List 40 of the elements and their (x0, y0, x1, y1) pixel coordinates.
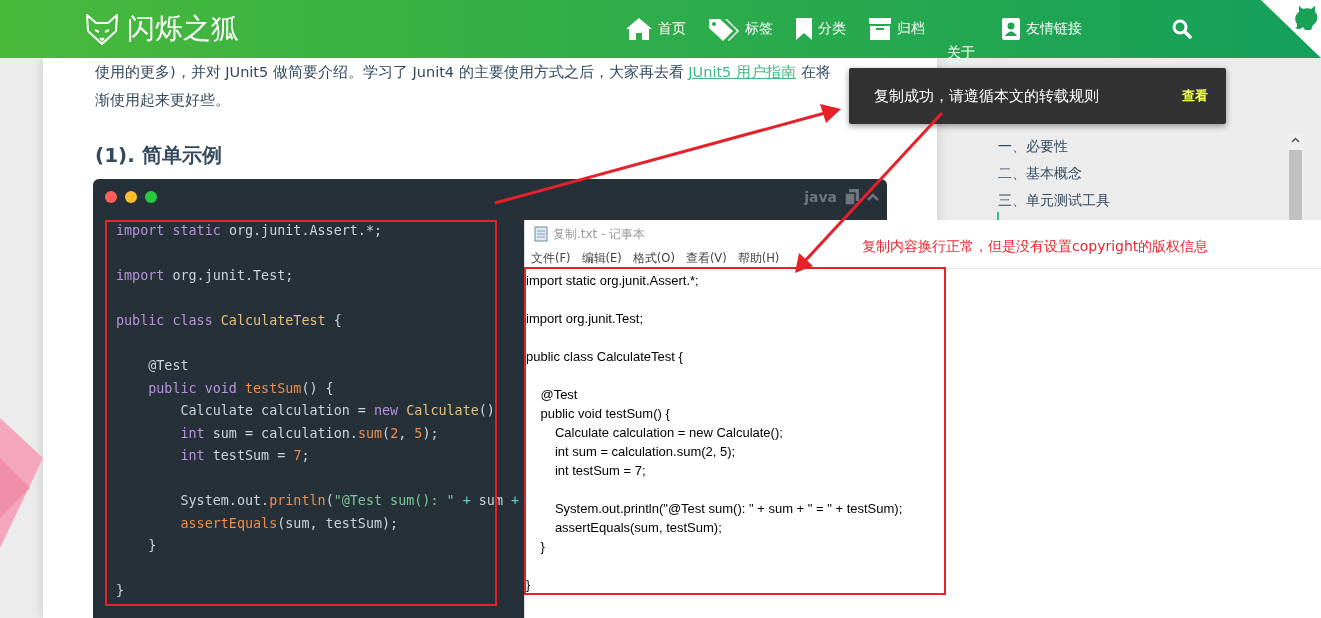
section-heading: (1). 简单示例 (95, 142, 223, 169)
menu-item[interactable]: 文件(F) (531, 250, 571, 266)
code-line: } (147, 537, 157, 555)
annotation-note: 复制内容换行正常，但是没有设置copyright的版权信息 (862, 238, 1209, 256)
toc-link[interactable]: 二、基本概念 (998, 160, 1110, 187)
text-line: int testSum = 7; (553, 462, 646, 480)
code-line: int testSum = 7; (179, 447, 310, 465)
text-line: } (539, 538, 545, 556)
paragraph-line: 渐使用起来更好些。 (95, 91, 230, 110)
code-line: assertEquals(sum, testSum); (179, 514, 399, 533)
code-line: public void testSum() { (147, 379, 334, 398)
menu-item[interactable]: 编辑(E) (581, 250, 622, 266)
text-line: public void testSum() { (539, 405, 670, 423)
code-line: Calculate calculation = new Calculate() (179, 402, 495, 420)
site-title: 闪烁之狐 (127, 11, 239, 47)
toc-link[interactable]: 一、必要性 (998, 133, 1110, 160)
text-line: @Test (539, 386, 578, 404)
text-line: } (526, 576, 531, 594)
code-line: import org.junit.Test; (116, 267, 294, 285)
text-line: import static org.junit.Assert.*; (526, 272, 699, 290)
view-button[interactable]: 查看 (1182, 87, 1208, 105)
menu-item[interactable]: 帮助(H) (737, 250, 780, 266)
text-line: Calculate calculation = new Calculate(); (553, 424, 783, 442)
code-line: } (116, 582, 125, 600)
text-line: public class CalculateTest { (526, 348, 683, 366)
window-title: 复制.txt - 记事本 (553, 225, 646, 243)
code-line: public class CalculateTest { (116, 312, 342, 330)
text-line: assertEquals(sum, testSum); (553, 519, 722, 537)
toast-message: 复制成功，请遵循本文的转载规则 (874, 86, 1099, 106)
text-line: int sum = calculation.sum(2, 5); (553, 443, 736, 461)
code-line: int sum = calculation.sum(2, 5); (179, 424, 439, 443)
menu-item[interactable]: 查看(V) (685, 250, 727, 266)
toc-link[interactable]: 三、单元测试工具 (998, 187, 1110, 214)
code-line: @Test (147, 357, 189, 375)
text-line: System.out.println("@Test sum(): " + sum + " = " + testSum); (553, 500, 903, 518)
menu-item[interactable]: 格式(O) (632, 250, 675, 266)
paragraph-line: 使用的更多)，并对 JUnit5 做简要介绍。学习了 Junit4 的主要使用方式之后，大家再去看 JUnit5 用户指南 在将 (95, 63, 831, 82)
text-line: import org.junit.Test; (526, 310, 644, 328)
code-line: import static org.junit.Assert.*; (116, 222, 383, 240)
language-label: java (804, 189, 837, 205)
